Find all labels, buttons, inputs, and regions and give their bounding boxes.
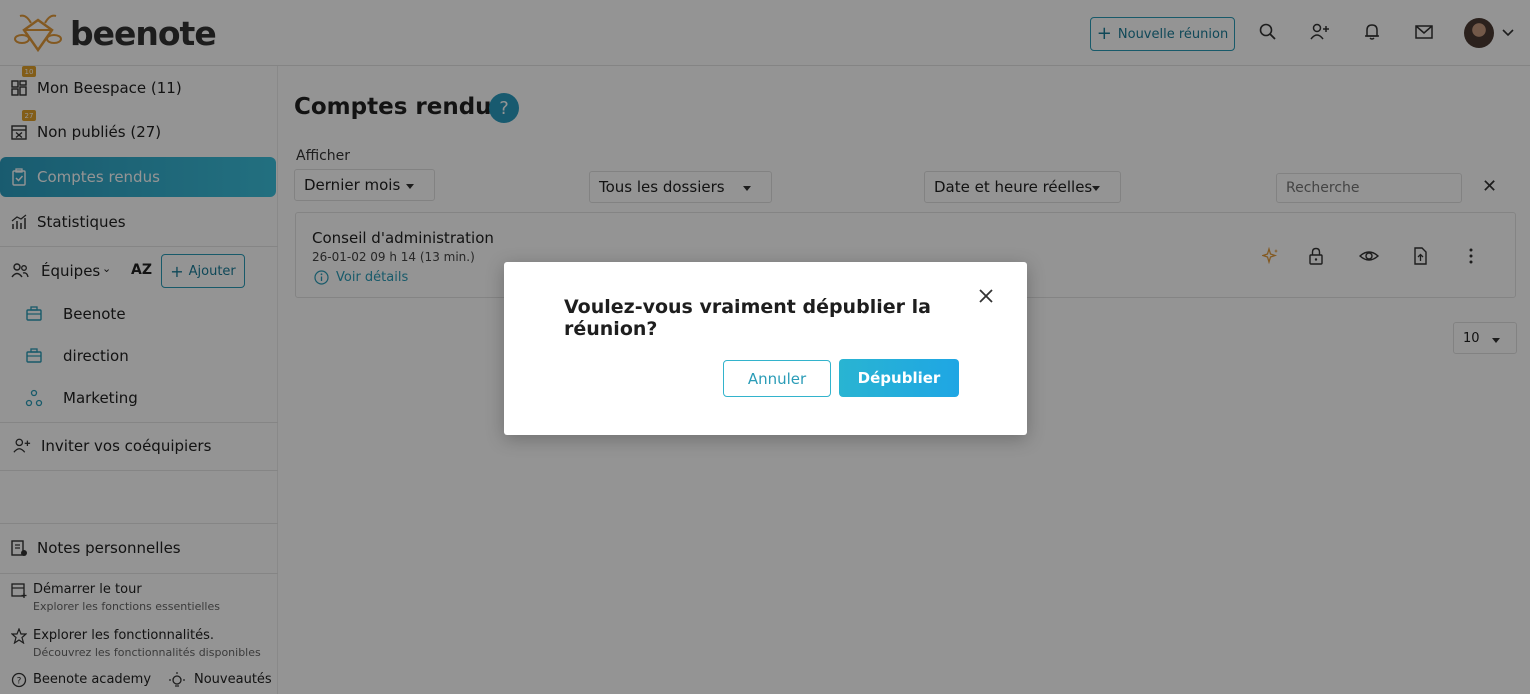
cancel-button[interactable]: Annuler — [723, 360, 831, 397]
close-icon[interactable] — [976, 286, 996, 306]
unpublish-button[interactable]: Dépublier — [839, 359, 959, 397]
unpublish-confirm-dialog: Voulez-vous vraiment dépublier la réunio… — [504, 262, 1027, 435]
dialog-question: Voulez-vous vraiment dépublier la réunio… — [564, 296, 931, 340]
